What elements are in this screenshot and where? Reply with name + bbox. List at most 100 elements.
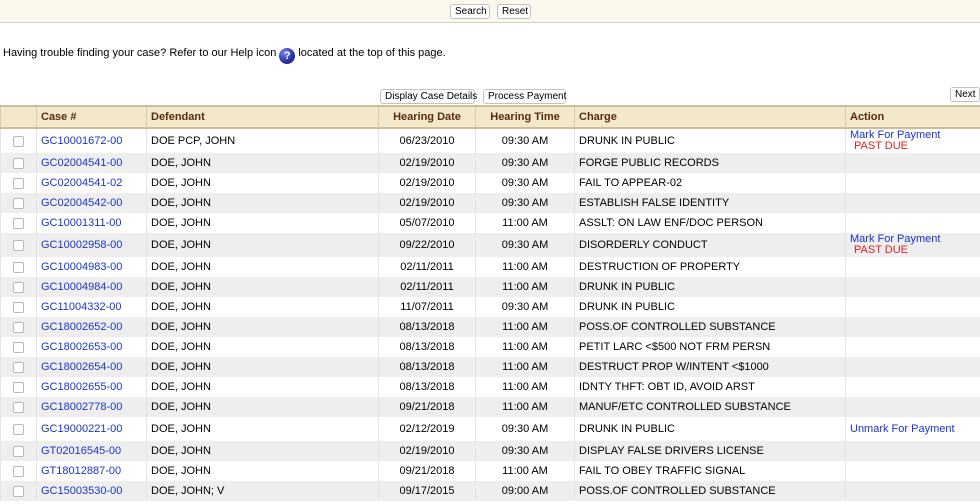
case-number-link[interactable]: GC15003530-00	[41, 485, 122, 497]
defendant-cell: DOE, JOHN	[146, 417, 379, 441]
defendant-cell: DOE, JOHN	[146, 441, 379, 461]
case-number-link[interactable]: GC02004542-00	[41, 197, 122, 209]
case-number-header[interactable]: Case #	[36, 105, 147, 129]
case-number-link[interactable]: GT18012887-00	[41, 465, 121, 477]
row-checkbox[interactable]	[13, 381, 24, 393]
case-number-cell: GC18002652-00	[36, 317, 147, 337]
row-checkbox[interactable]	[13, 341, 24, 353]
hearing-date-cell: 02/12/2019	[378, 417, 476, 441]
case-number-cell: GC10004983-00	[36, 257, 147, 277]
defendant-cell: DOE, JOHN	[146, 337, 379, 357]
defendant-cell: DOE PCP, JOHN	[146, 128, 379, 153]
cases-table: Case # Defendant Hearing Date Hearing Ti…	[0, 105, 980, 501]
hearing-date-cell: 05/07/2010	[378, 213, 476, 233]
case-number-link[interactable]: GC18002653-00	[41, 341, 122, 353]
row-checkbox[interactable]	[13, 239, 24, 251]
case-number-link[interactable]: GC10001672-00	[41, 135, 122, 147]
case-number-cell: GC19000221-00	[36, 417, 147, 441]
table-row: GC15003530-00 DOE, JOHN; V 09/17/2015 09:00…	[0, 481, 980, 501]
row-checkbox[interactable]	[13, 361, 24, 373]
defendant-cell: DOE, JOHN	[146, 153, 379, 173]
table-row: GC19000221-00 DOE, JOHN 02/12/2019 09:30 AM…	[0, 417, 980, 441]
case-number-link[interactable]: GT02016545-00	[41, 445, 121, 457]
hearing-time-cell: 09:30 AM	[475, 417, 575, 441]
hearing-time-cell: 09:30 AM	[475, 297, 575, 317]
case-number-link[interactable]: GC18002655-00	[41, 381, 122, 393]
case-number-link[interactable]: GC19000221-00	[41, 423, 122, 435]
defendant-cell: DOE, JOHN	[146, 277, 379, 297]
action-cell	[845, 297, 980, 317]
charge-cell: DRUNK IN PUBLIC	[574, 417, 846, 441]
table-row: GC18002655-00 DOE, JOHN 08/13/2018 11:00 AM…	[0, 377, 980, 397]
case-number-link[interactable]: GC10001311-00	[41, 217, 122, 229]
hearing-date-cell: 08/13/2018	[378, 377, 476, 397]
row-checkbox[interactable]	[13, 465, 24, 477]
row-select-cell	[0, 297, 37, 317]
table-row: GC10001672-00 DOE PCP, JOHN 06/23/2010 09:3…	[0, 128, 980, 153]
case-number-link[interactable]: GC10004983-00	[41, 261, 122, 273]
action-cell	[845, 377, 980, 397]
row-checkbox[interactable]	[13, 401, 24, 413]
case-number-link[interactable]: GC18002652-00	[41, 321, 122, 333]
row-checkbox[interactable]	[13, 217, 24, 229]
defendant-header[interactable]: Defendant	[146, 105, 379, 129]
row-checkbox[interactable]	[13, 301, 24, 313]
row-checkbox[interactable]	[13, 485, 24, 497]
row-select-cell	[0, 193, 37, 213]
payment-action-link[interactable]: Unmark For Payment	[850, 423, 977, 435]
reset-button[interactable]: Reset	[497, 4, 531, 19]
case-number-link[interactable]: GC10002958-00	[41, 239, 122, 251]
case-number-link[interactable]: GC18002654-00	[41, 361, 122, 373]
hearing-time-cell: 11:00 AM	[475, 337, 575, 357]
defendant-cell: DOE, JOHN	[146, 461, 379, 481]
action-cell	[845, 337, 980, 357]
row-checkbox[interactable]	[13, 281, 24, 293]
charge-cell: PETIT LARC <$500 NOT FRM PERSN	[574, 337, 846, 357]
case-number-cell: GC02004542-00	[36, 193, 147, 213]
row-checkbox[interactable]	[13, 261, 24, 273]
hearing-date-header[interactable]: Hearing Date	[378, 105, 476, 129]
next-page-button[interactable]: Next	[950, 87, 980, 102]
case-number-link[interactable]: GC11004332-00	[41, 301, 122, 313]
charge-cell: ESTABLISH FALSE IDENTITY	[574, 193, 846, 213]
row-select-cell	[0, 337, 37, 357]
hearing-date-cell: 08/13/2018	[378, 357, 476, 377]
case-number-link[interactable]: GC02004541-02	[41, 177, 122, 189]
action-cell	[845, 173, 980, 193]
row-checkbox[interactable]	[13, 135, 24, 147]
display-case-details-button[interactable]: Display Case Details	[380, 89, 477, 104]
help-icon[interactable]: ?	[279, 48, 296, 64]
defendant-cell: DOE, JOHN	[146, 173, 379, 193]
row-checkbox[interactable]	[13, 177, 24, 189]
case-number-cell: GC18002653-00	[36, 337, 147, 357]
row-checkbox[interactable]	[13, 423, 24, 435]
action-cell	[845, 153, 980, 173]
action-header: Action	[845, 105, 980, 129]
search-button[interactable]: Search	[450, 4, 490, 19]
charge-cell: POSS.OF CONTROLLED SUBSTANCE	[574, 317, 846, 337]
row-select-cell	[0, 233, 37, 257]
search-panel: Search Reset	[0, 0, 980, 23]
case-number-link[interactable]: GC02004541-00	[41, 157, 122, 169]
case-number-link[interactable]: GC10004984-00	[41, 281, 122, 293]
hearing-date-cell: 02/11/2011	[378, 277, 476, 297]
help-text-after: located at the top of this page.	[298, 47, 446, 59]
action-cell	[845, 461, 980, 481]
row-checkbox[interactable]	[13, 157, 24, 169]
charge-header[interactable]: Charge	[574, 105, 846, 129]
past-due-badge: PAST DUE	[854, 140, 908, 152]
hearing-date-cell: 09/21/2018	[378, 461, 476, 481]
row-checkbox[interactable]	[13, 197, 24, 209]
action-cell	[845, 257, 980, 277]
row-checkbox[interactable]	[13, 445, 24, 457]
hearing-time-header[interactable]: Hearing Time	[475, 105, 575, 129]
case-number-link[interactable]: GC18002778-00	[41, 401, 122, 413]
defendant-cell: DOE, JOHN	[146, 357, 379, 377]
case-number-cell: GC02004541-02	[36, 173, 147, 193]
table-row: GC10002958-00 DOE, JOHN 09/22/2010 09:30 AM…	[0, 233, 980, 257]
row-checkbox[interactable]	[13, 321, 24, 333]
table-row: GC02004541-02 DOE, JOHN 02/19/2010 09:30 AM…	[0, 173, 980, 193]
process-payment-button[interactable]: Process Payment	[483, 89, 566, 104]
row-select-cell	[0, 257, 37, 277]
row-select-cell	[0, 128, 37, 153]
